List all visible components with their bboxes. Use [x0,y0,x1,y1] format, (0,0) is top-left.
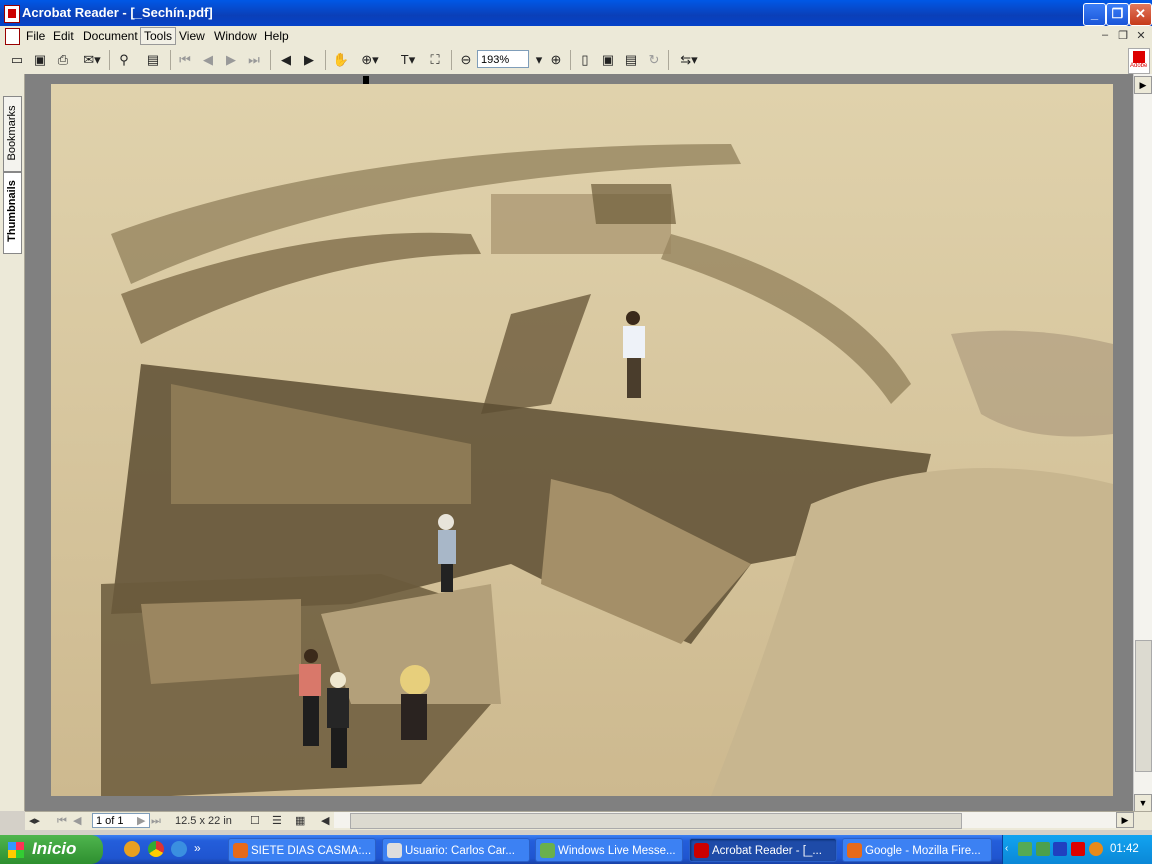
tasks-icon[interactable]: ⇆▾ [674,51,704,69]
chrome-icon[interactable] [148,841,164,857]
forward-icon[interactable]: ▶ [300,51,318,69]
close-button[interactable]: ✕ [1129,3,1152,26]
status-previous-page-icon[interactable]: ◀ [73,813,81,829]
next-page-icon[interactable]: ▶ [222,51,240,69]
window-title: Acrobat Reader - [_Sechín.pdf] [22,5,213,20]
quicklaunch-app-icon[interactable] [124,841,140,857]
acrobat-icon [694,843,709,858]
zoom-in-icon[interactable]: ⊕ [547,51,565,69]
single-page-layout-icon[interactable]: ☐ [250,813,260,829]
adobe-logo: Adobe [1128,48,1150,74]
task-label: Acrobat Reader - [_... [712,845,822,857]
zoom-input[interactable]: 193% [477,50,529,68]
tab-bookmarks[interactable]: Bookmarks [3,96,22,172]
acrobat-app-icon[interactable] [4,5,20,23]
tab-thumbnails[interactable]: Thumbnails [3,172,22,254]
text-select-icon[interactable]: T▾ [393,51,423,69]
start-label: Inicio [32,839,77,858]
messenger-icon [540,843,555,858]
menu-edit[interactable]: Edit [50,28,77,44]
firefox-icon [847,843,862,858]
last-page-icon[interactable]: ⏭ [245,51,263,69]
status-last-page-icon[interactable]: ⏭ [151,813,161,829]
task-google-firefox[interactable]: Google - Mozilla Fire... [842,838,992,862]
media-player-icon[interactable] [1053,842,1067,856]
task-usuario[interactable]: Usuario: Carlos Car... [382,838,530,862]
zoom-dropdown-icon[interactable]: ▾ [530,51,548,69]
fit-page-icon[interactable]: ▣ [599,51,617,69]
task-label: Usuario: Carlos Car... [405,845,515,857]
facing-layout-icon[interactable]: ▦ [295,813,305,829]
previous-page-icon[interactable]: ◀ [199,51,217,69]
scroll-up-arrow-icon[interactable]: ▶ [1134,76,1152,94]
start-button[interactable]: Inicio [0,835,103,864]
menu-help[interactable]: Help [261,28,292,44]
status-first-page-icon[interactable]: ⏮ [57,813,67,829]
tray-expand-icon[interactable]: ‹ [1005,842,1019,856]
internet-explorer-icon[interactable] [171,841,187,857]
menu-window[interactable]: Window [211,28,260,44]
pdf-page-photo [51,84,1113,796]
doc-minimize-button[interactable]: – [1098,29,1112,42]
clock: 01:42 [1110,843,1139,855]
task-siete-dias[interactable]: SIETE DIAS CASMA:... [228,838,376,862]
horizontal-scroll-thumb[interactable] [350,813,962,829]
vertical-scroll-thumb[interactable] [1135,640,1152,772]
back-icon[interactable]: ◀ [277,51,295,69]
title-bar[interactable]: Acrobat Reader - [_Sechín.pdf] [0,0,1152,26]
task-label: Google - Mozilla Fire... [865,845,981,857]
wiki-icon [387,843,402,858]
firefox-icon [233,843,248,858]
task-messenger[interactable]: Windows Live Messe... [535,838,683,862]
print-icon[interactable]: ⎙ [54,51,72,69]
status-next-page-icon[interactable]: ▶ [137,813,145,829]
doc-close-button[interactable]: ✕ [1134,29,1148,42]
scroll-down-arrow-icon[interactable]: ▼ [1134,794,1152,812]
ati-icon[interactable] [1071,842,1085,856]
menu-bar: File Edit Document Tools View Window Hel… [0,26,1152,46]
fit-width-icon[interactable]: ▤ [622,51,640,69]
menu-file[interactable]: File [23,28,48,44]
minimize-button[interactable]: _ [1083,3,1106,26]
zoom-out-icon[interactable]: ⊖ [457,51,475,69]
bookmark-panel-icon[interactable]: ▤ [144,51,162,69]
scroll-right-arrow-icon[interactable]: ▶ [1116,812,1134,828]
continuous-layout-icon[interactable]: ☰ [272,813,282,829]
zoom-tool-icon[interactable]: ⊕▾ [356,51,384,69]
document-menu-icon[interactable] [5,28,20,45]
hand-tool-icon[interactable]: ✋ [332,51,350,69]
first-page-icon[interactable]: ⏮ [176,51,194,69]
update-icon[interactable] [1089,842,1103,856]
menu-tools[interactable]: Tools [140,27,177,45]
navigation-pane-tabs: Bookmarks Thumbnails [0,74,25,811]
rotate-icon[interactable]: ↻ [645,51,663,69]
save-icon[interactable]: ▣ [31,51,49,69]
page-marker [363,76,369,84]
toolbar: ▭ ▣ ⎙ ✉▾ ⚲ ▤ ⏮ ◀ ▶ ⏭ ◀ ▶ ✋ ⊕▾ T▾ ⛶ ⊖ ▾ ⊕… [0,46,1152,75]
page-navigation-toggle-icon[interactable]: ◂▸ [29,813,40,829]
menu-view[interactable]: View [176,28,208,44]
page-size-label: 12.5 x 22 in [175,815,232,827]
search-icon[interactable]: ⚲ [115,51,133,69]
single-page-icon[interactable]: ▯ [576,51,594,69]
messenger-tray-icon[interactable] [1036,842,1050,856]
document-view[interactable] [25,74,1133,811]
scroll-left-arrow-icon[interactable]: ◀ [321,813,329,829]
windows-logo-icon [8,842,24,858]
tab-bookmarks-label: Bookmarks [6,105,18,161]
tab-thumbnails-label: Thumbnails [6,180,18,242]
open-icon[interactable]: ▭ [8,51,26,69]
adobe-logo-text: Adobe [1130,63,1148,69]
menu-document[interactable]: Document [80,28,141,44]
task-acrobat[interactable]: Acrobat Reader - [_... [689,838,837,862]
quicklaunch-more-icon[interactable]: » [194,841,210,857]
task-label: Windows Live Messe... [558,845,676,857]
task-label: SIETE DIAS CASMA:... [251,845,372,857]
email-icon[interactable]: ✉▾ [78,51,106,69]
doc-restore-button[interactable]: ❐ [1116,29,1130,42]
restore-button[interactable]: ❐ [1106,3,1129,26]
excavation-photo [51,84,1113,796]
snapshot-icon[interactable]: ⛶ [426,51,444,69]
network-icon[interactable] [1018,842,1032,856]
